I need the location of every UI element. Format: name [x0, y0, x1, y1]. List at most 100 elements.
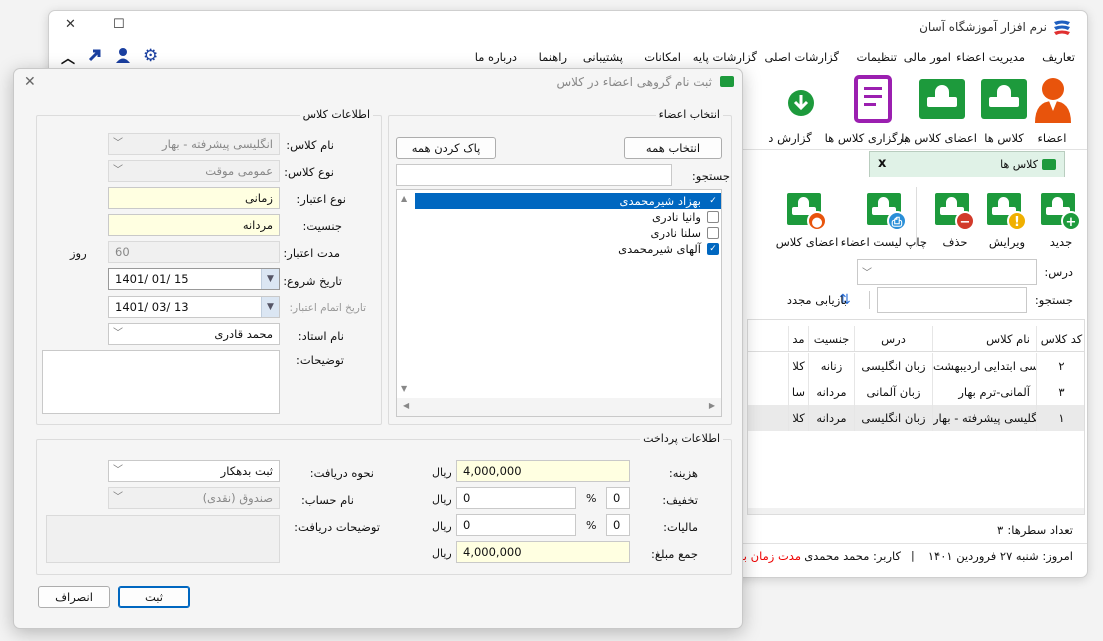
- ribbon-reports[interactable]: گزارش د: [755, 73, 825, 149]
- print-members-button[interactable]: ⎙ چاپ لیست اعضاء: [841, 183, 927, 259]
- refresh-button[interactable]: بازیابی مجدد: [787, 293, 847, 307]
- arrow-icon[interactable]: [87, 47, 103, 66]
- select-all-button[interactable]: انتخاب همه: [624, 137, 722, 159]
- menu-base-reports[interactable]: گزارشات پایه: [693, 50, 757, 64]
- class-members-icon: [919, 79, 965, 119]
- clear-all-button[interactable]: پاک کردن همه: [396, 137, 496, 159]
- validity-type-field[interactable]: زمانی: [108, 187, 280, 209]
- tax-label: مالیات:: [663, 520, 698, 534]
- warning-icon: !: [1007, 211, 1027, 231]
- header-lesson[interactable]: درس: [854, 326, 932, 351]
- table-row[interactable]: ۳ آلمانی-ترم بهار زبان آلمانی مردانه سا: [748, 379, 1084, 405]
- scroll-left-icon[interactable]: ◀: [403, 401, 409, 410]
- tax-percent-field[interactable]: 0: [606, 514, 630, 536]
- cell-lesson: زبان انگلیسی: [854, 405, 932, 431]
- search-input[interactable]: [877, 287, 1027, 313]
- end-date-field[interactable]: 1401/ 03/ 13 ▼: [108, 296, 280, 318]
- end-date-value: 1401/ 03/ 13: [115, 300, 189, 314]
- calendar-icon[interactable]: ▼: [261, 297, 279, 317]
- cell-more: کلا: [788, 405, 808, 431]
- menu-about[interactable]: درباره ما: [475, 50, 517, 64]
- notes-textarea[interactable]: [42, 350, 280, 414]
- list-item[interactable]: وانیا نادری: [415, 209, 721, 225]
- maximize-button[interactable]: ☐: [113, 17, 125, 32]
- member-checkbox[interactable]: [707, 211, 719, 223]
- duration-field[interactable]: 60: [108, 241, 280, 263]
- table-row[interactable]: ۲انگلیسی ابتدایی اردیبهشتزبان انگلیسیزنا…: [748, 353, 1084, 379]
- member-list: ▲ ▼ ◀ ▶ بهزاد شیرمحمدی ✓ وانیا نادری سلنا ن…: [396, 189, 722, 417]
- collapse-icon[interactable]: ︿: [61, 48, 75, 68]
- receipt-notes-textarea[interactable]: [46, 515, 280, 563]
- ribbon-class-members[interactable]: اعضای کلاس ها: [901, 73, 977, 149]
- list-item[interactable]: سلنا نادری: [415, 225, 721, 241]
- discount-currency: ریال: [432, 493, 452, 506]
- cell-gender: مردانه: [808, 405, 854, 431]
- dialog-close-icon[interactable]: ✕: [24, 74, 36, 90]
- gear-icon[interactable]: ⚙: [143, 46, 158, 66]
- list-item[interactable]: بهزاد شیرمحمدی ✓: [415, 193, 721, 209]
- grid-scrollbar[interactable]: [748, 508, 1084, 514]
- delete-button[interactable]: − حذف: [925, 183, 985, 259]
- scroll-down-icon[interactable]: ▼: [401, 384, 407, 393]
- member-search-input[interactable]: [396, 164, 672, 186]
- total-label: جمع مبلغ:: [651, 547, 698, 561]
- method-dropdown[interactable]: ﹀ ثبت بدهکار: [108, 460, 280, 482]
- minimize-button[interactable]: ✕: [65, 17, 76, 32]
- member-list-hscroll[interactable]: ◀ ▶: [397, 398, 721, 416]
- header-gender[interactable]: جنسیت: [808, 326, 854, 351]
- account-dropdown[interactable]: ﹀ صندوق (نقدی): [108, 487, 280, 509]
- class-members-button[interactable]: ● اعضای کلاس: [776, 183, 838, 259]
- calendar-icon[interactable]: ▼: [261, 269, 279, 289]
- menu-main-reports[interactable]: گزارشات اصلی: [764, 50, 839, 64]
- teacher-value: محمد قادری: [214, 327, 273, 341]
- table-row[interactable]: ۱ انگلیسی پیشرفته - بهار زبان انگلیسی مردان…: [748, 405, 1084, 431]
- member-checkbox[interactable]: ✓: [707, 195, 719, 207]
- discount-percent-field[interactable]: 0: [606, 487, 630, 509]
- member-name: سلنا نادری: [650, 226, 701, 240]
- cost-field[interactable]: 4,000,000: [456, 460, 630, 482]
- member-select-title: انتخاب اعضاء: [655, 108, 723, 121]
- list-item[interactable]: آلهای شیرمحمدی ✓: [415, 241, 721, 257]
- user-icon[interactable]: [115, 47, 131, 66]
- grid-header: کد کلاس نام کلاس درس جنسیت مد: [748, 326, 1084, 352]
- tax-amount-field[interactable]: 0: [456, 514, 576, 536]
- cell-more: سا: [788, 379, 808, 405]
- gender-field[interactable]: مردانه: [108, 214, 280, 236]
- header-class-code[interactable]: کد کلاس: [1036, 326, 1084, 351]
- cell-class-name: انگلیسی ابتدایی اردیبهشت: [932, 353, 1036, 379]
- lesson-dropdown[interactable]: ﹀: [857, 259, 1037, 285]
- class-icon: [981, 79, 1027, 119]
- cost-currency: ریال: [432, 466, 452, 479]
- start-date-field[interactable]: 1401/ 01/ 15 ▼: [108, 268, 280, 290]
- ribbon-hold-classes[interactable]: برگزاری کلاس ها: [825, 73, 907, 149]
- menu-definitions[interactable]: تعاریف: [1042, 50, 1075, 64]
- tab-label: کلاس ها: [1000, 158, 1038, 171]
- header-class-name[interactable]: نام کلاس: [932, 326, 1036, 351]
- member-checkbox[interactable]: [707, 227, 719, 239]
- menu-member-management[interactable]: مدیریت اعضاء: [956, 50, 1025, 64]
- user-text: کاربر: محمد محمدی: [804, 549, 901, 563]
- chevron-down-icon: ﹀: [862, 268, 872, 279]
- classes-grid: کد کلاس نام کلاس درس جنسیت مد ۲انگلیسی ا…: [747, 319, 1085, 515]
- dialog-title: ثبت نام گروهی اعضاء در کلاس: [556, 75, 712, 89]
- tab-classes[interactable]: x کلاس ها: [869, 151, 1065, 177]
- scroll-right-icon[interactable]: ▶: [709, 401, 715, 410]
- cancel-button[interactable]: انصراف: [38, 586, 110, 608]
- total-field[interactable]: 4,000,000: [456, 541, 630, 563]
- class-name-dropdown[interactable]: ﹀ انگلیسی پیشرفته - بهار: [108, 133, 280, 155]
- menu-finance[interactable]: امور مالی: [904, 50, 951, 64]
- menu-features[interactable]: امکانات: [644, 50, 681, 64]
- menu-support[interactable]: پشتیبانی: [583, 50, 623, 64]
- member-checkbox[interactable]: ✓: [707, 243, 719, 255]
- ribbon-classes-label: کلاس ها: [984, 131, 1024, 145]
- menu-settings[interactable]: تنظیمات: [856, 50, 897, 64]
- tab-close-icon[interactable]: x: [878, 156, 886, 171]
- class-type-dropdown[interactable]: ﹀ عمومی موقت: [108, 160, 280, 182]
- submit-button[interactable]: ثبت: [118, 586, 190, 608]
- discount-amount-field[interactable]: 0: [456, 487, 576, 509]
- ribbon-classes[interactable]: کلاس ها: [969, 73, 1039, 149]
- menu-help[interactable]: راهنما: [539, 50, 567, 64]
- teacher-dropdown[interactable]: ﹀ محمد قادری: [108, 323, 280, 345]
- header-more[interactable]: مد: [788, 326, 808, 351]
- scroll-up-icon[interactable]: ▲: [401, 194, 407, 203]
